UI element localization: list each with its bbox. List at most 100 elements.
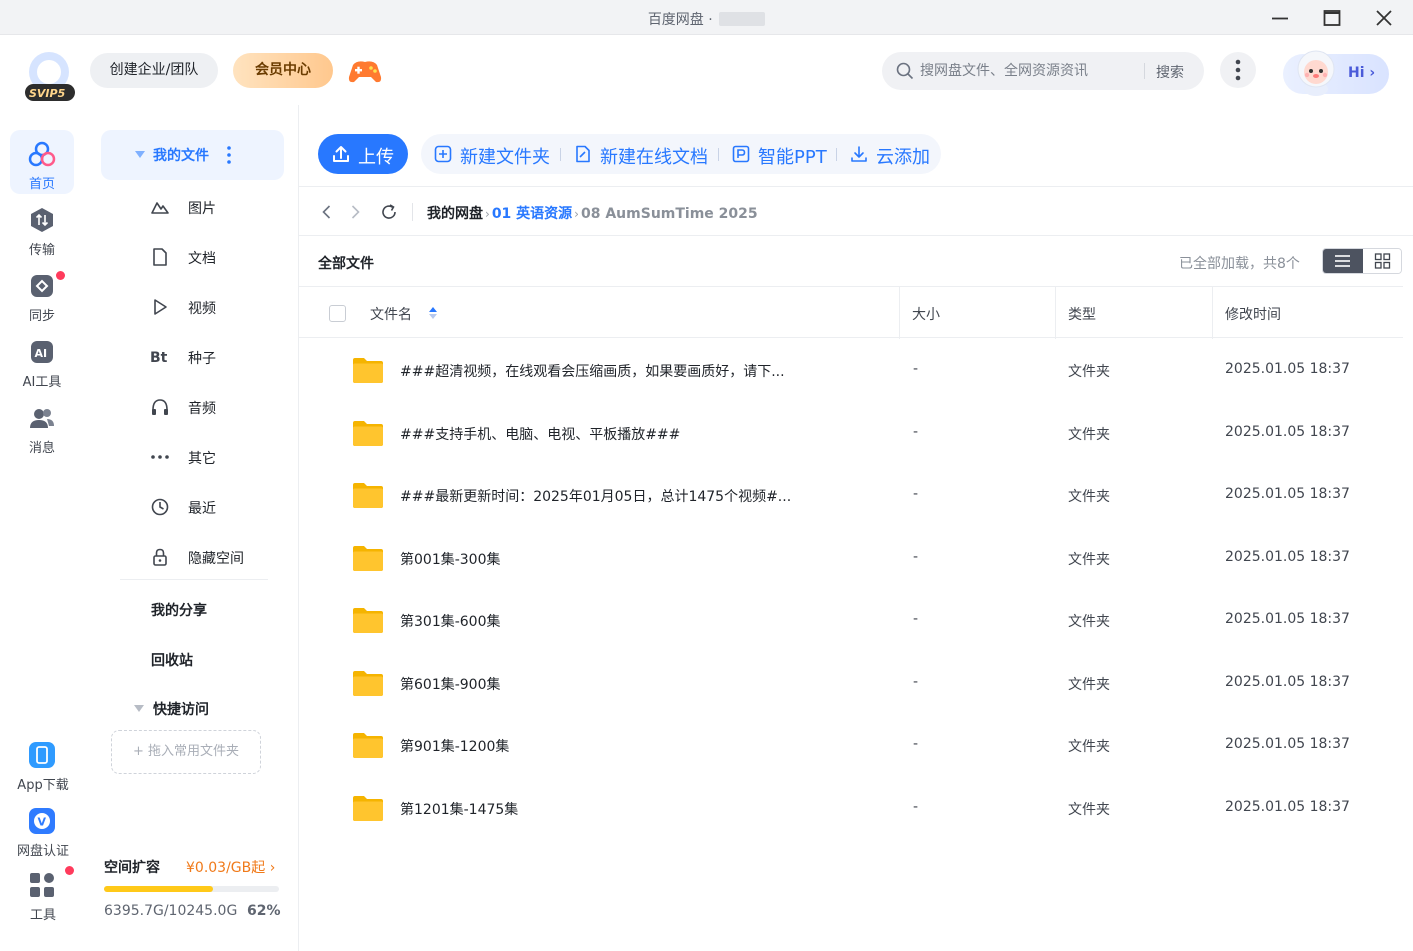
user-avatar[interactable]: SVIP5 [24, 50, 76, 102]
tools-notification-dot [65, 866, 74, 875]
more-icon [151, 455, 169, 459]
toolbar-actions: 新建文件夹 新建在线文档 智能PPT 云添加 [421, 134, 941, 174]
maximize-button[interactable] [1320, 6, 1344, 30]
folder-icon [353, 670, 383, 696]
list-view-icon [1335, 255, 1350, 267]
sidebar-item-images[interactable]: 图片 [150, 192, 290, 222]
sidebar-item-recent[interactable]: 最近 [150, 492, 290, 522]
video-icon [154, 299, 167, 315]
file-modified: 2025.01.05 18:37 [1225, 548, 1350, 565]
torrent-icon: Bt [150, 350, 168, 366]
table-row[interactable]: 第601集-900集 - 文件夹 2025.01.05 18:37 [299, 652, 1403, 714]
file-size: - [913, 423, 919, 440]
file-type: 文件夹 [1068, 364, 1110, 380]
rail-item-ai-tools[interactable]: AI AI工具 [10, 328, 74, 392]
more-menu-button[interactable] [1220, 52, 1256, 88]
breadcrumb-bar: 我的网盘 › 01 英语资源 › 08 AumSumTime 2025 [299, 187, 1413, 236]
table-row[interactable]: 第1201集-1475集 - 文件夹 2025.01.05 18:37 [299, 777, 1403, 839]
rail-item-verify[interactable]: V 网盘认证 [8, 797, 78, 861]
quota-price-link[interactable]: ¥0.03/GB起 › [186, 857, 275, 877]
file-name[interactable]: ###最新更新时间：2025年01月05日，总计1475个视频#... [400, 486, 791, 506]
rail-item-message[interactable]: 消息 [10, 394, 74, 458]
table-row[interactable]: 第001集-300集 - 文件夹 2025.01.05 18:37 [299, 527, 1403, 589]
my-files-item[interactable]: 我的文件 [101, 130, 284, 180]
sidebar-item-hidden-space[interactable]: 隐藏空间 [150, 542, 290, 572]
close-icon [1376, 10, 1392, 26]
table-row[interactable]: ###超清视频，在线观看会压缩画质，如果要画质好，请下... - 文件夹 2025.0… [299, 339, 1403, 401]
rail-item-sync[interactable]: 同步 [10, 262, 74, 326]
document-icon [153, 248, 167, 266]
grid-view-button[interactable] [1363, 249, 1401, 273]
file-name[interactable]: 第301集-600集 [400, 611, 501, 631]
file-modified: 2025.01.05 18:37 [1225, 486, 1350, 502]
forward-icon[interactable] [346, 203, 364, 221]
file-type: 文件夹 [1068, 739, 1110, 755]
breadcrumb-parent[interactable]: 01 英语资源 [492, 203, 572, 223]
close-button[interactable] [1372, 6, 1396, 30]
rail-item-home[interactable]: 首页 [10, 130, 74, 194]
sidebar-item-documents[interactable]: 文档 [150, 242, 290, 272]
file-name[interactable]: ###超清视频，在线观看会压缩画质，如果要画质好，请下... [400, 361, 785, 381]
rail-item-app-download[interactable]: App下载 [8, 731, 78, 795]
file-name[interactable]: 第1201集-1475集 [400, 799, 518, 819]
table-row[interactable]: ###最新更新时间：2025年01月05日，总计1475个视频#... - 文件夹 2… [299, 464, 1403, 526]
file-name[interactable]: 第901集-1200集 [400, 736, 509, 756]
all-files-title: 全部文件 [318, 256, 374, 272]
my-files-label: 我的文件 [153, 148, 209, 164]
breadcrumb-current: 08 AumSumTime 2025 [580, 206, 758, 222]
folder-icon [353, 358, 383, 383]
quota-title: 空间扩容 [104, 860, 160, 876]
column-header-modified[interactable]: 修改时间 [1225, 304, 1281, 324]
sidebar-divider [120, 579, 268, 580]
folder-icon [353, 733, 383, 758]
table-row[interactable]: 第901集-1200集 - 文件夹 2025.01.05 18:37 [299, 714, 1403, 776]
svg-text:Bt: Bt [150, 350, 168, 366]
sidebar-item-audio[interactable]: 音频 [150, 392, 290, 422]
file-size: - [913, 548, 919, 565]
quota-percent: 62% [247, 903, 281, 919]
back-icon[interactable] [318, 203, 336, 221]
game-icon[interactable] [347, 57, 383, 85]
file-name[interactable]: 第601集-900集 [400, 674, 501, 694]
select-all-checkbox[interactable] [329, 305, 346, 322]
sort-icon[interactable] [428, 306, 438, 320]
vip-center-button[interactable]: 会员中心 [233, 53, 333, 88]
quick-access-dropzone[interactable]: + 拖入常用文件夹 [111, 730, 261, 774]
file-name[interactable]: 第001集-300集 [400, 549, 501, 569]
app-download-icon [29, 742, 55, 768]
sidebar-label-videos: 视频 [188, 301, 216, 317]
breadcrumb-root[interactable]: 我的网盘 [427, 203, 483, 223]
refresh-icon[interactable] [380, 203, 398, 221]
create-team-button[interactable]: 创建企业/团队 [90, 53, 218, 88]
rail-item-transfer[interactable]: 传输 [10, 196, 74, 260]
minimize-button[interactable] [1268, 6, 1292, 30]
table-row[interactable]: 第301集-600集 - 文件夹 2025.01.05 18:37 [299, 589, 1403, 651]
my-files-more-icon[interactable] [227, 146, 231, 164]
rail-label-transfer: 传输 [28, 243, 55, 258]
toolbar-separator [560, 148, 561, 161]
column-header-size[interactable]: 大小 [912, 304, 940, 324]
folder-icon [353, 608, 383, 633]
upload-button[interactable]: 上传 [318, 134, 408, 174]
folder-icon [353, 420, 383, 446]
breadcrumb-chevron-icon: › [485, 207, 490, 221]
search-button[interactable]: 搜索 [1156, 62, 1184, 82]
file-name[interactable]: ###支持手机、电脑、电视、平板播放### [400, 424, 680, 444]
mascot-icon[interactable] [1289, 45, 1343, 97]
home-icon [28, 141, 56, 167]
rail-label-ai-tools: AI工具 [22, 375, 62, 390]
sidebar-item-others[interactable]: 其它 [150, 442, 290, 472]
caret-down-icon [135, 151, 145, 158]
recycle-bin-item[interactable]: 回收站 [151, 650, 193, 670]
sidebar-item-torrents[interactable]: Bt 种子 [150, 342, 290, 372]
sidebar-item-videos[interactable]: 视频 [150, 292, 290, 322]
table-row[interactable]: ###支持手机、电脑、电视、平板播放### - 文件夹 2025.01.05 18:3… [299, 402, 1403, 464]
search-input[interactable] [920, 60, 1140, 82]
svg-text:AI: AI [35, 347, 48, 360]
file-size: - [913, 611, 919, 627]
my-share-item[interactable]: 我的分享 [151, 600, 207, 620]
verify-icon: V [29, 808, 55, 834]
column-header-type[interactable]: 类型 [1068, 304, 1096, 324]
list-view-button[interactable] [1323, 249, 1363, 273]
column-header-name[interactable]: 文件名 [370, 304, 412, 324]
